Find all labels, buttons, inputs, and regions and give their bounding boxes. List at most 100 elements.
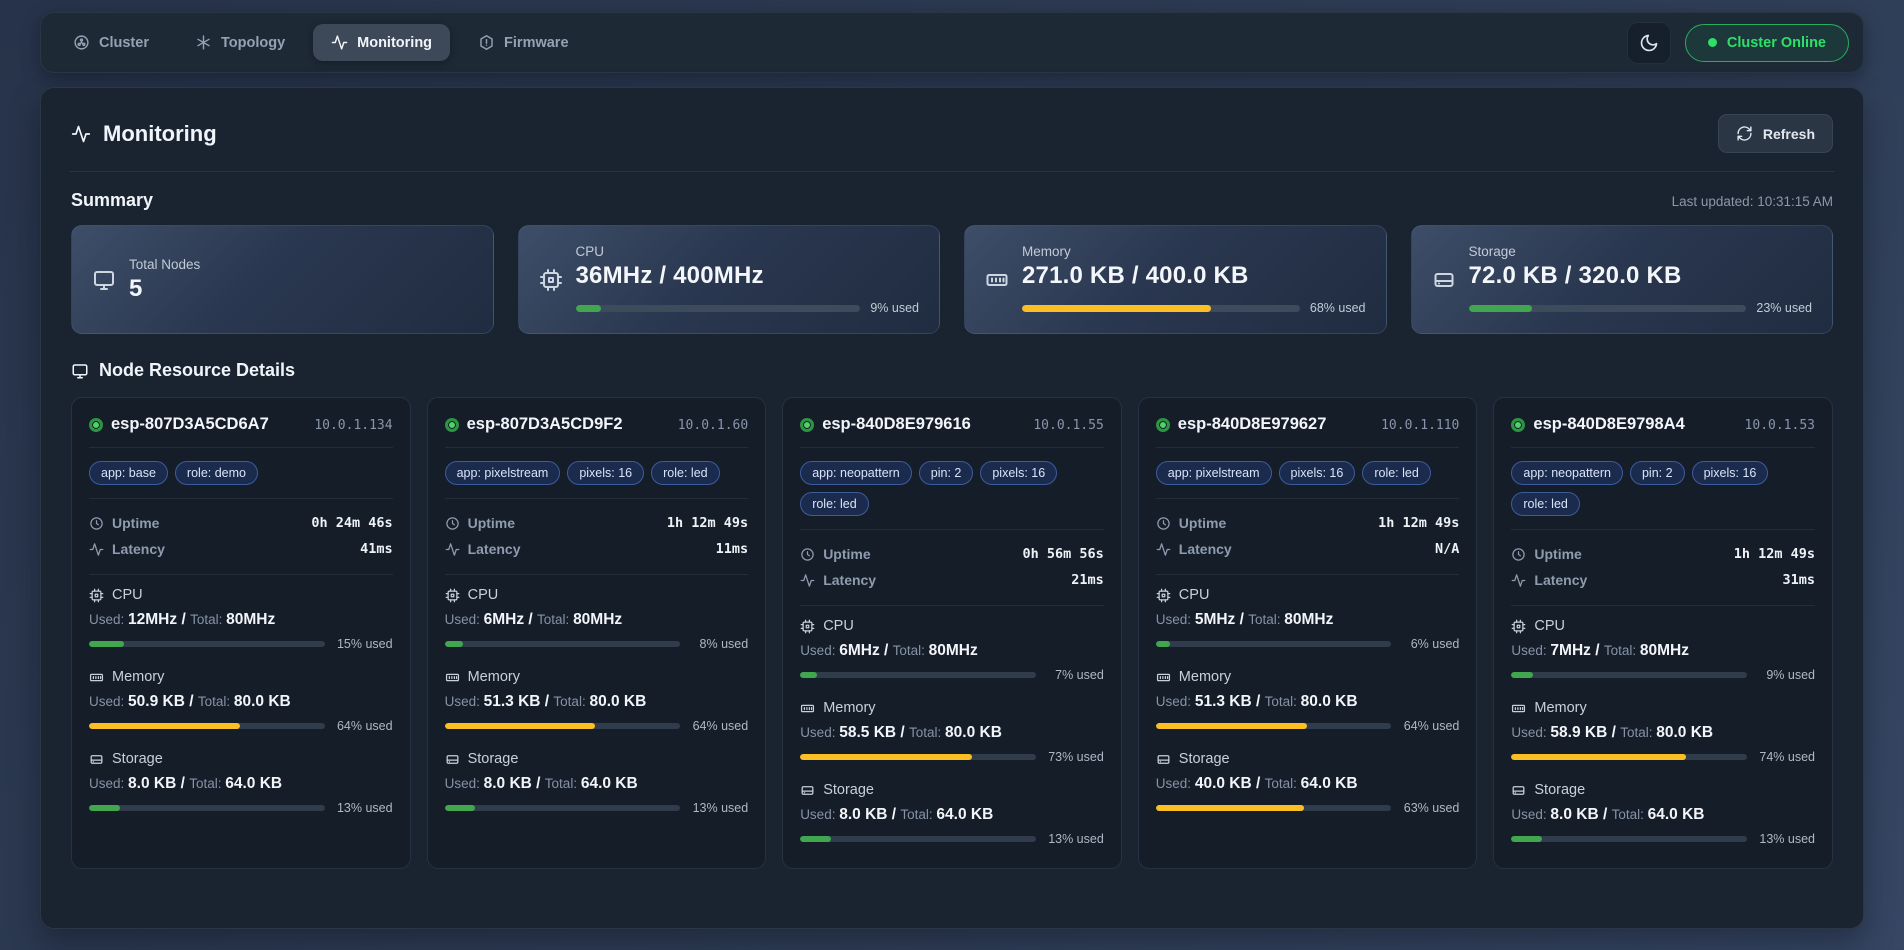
cpu-icon	[1156, 588, 1171, 603]
progress-track	[1469, 305, 1747, 312]
node-stats: Uptime0h 24m 46sLatency41ms	[89, 499, 393, 575]
summary-card-total-nodes: Total Nodes5	[71, 225, 494, 334]
node-memory-progress: 64% used	[89, 719, 393, 733]
node-tag-badge: app: neopattern	[1511, 461, 1623, 485]
progress-fill	[89, 805, 120, 811]
summary-cpu-progress: 9% used	[576, 301, 920, 315]
slash: /	[541, 693, 554, 710]
total-value: 80MHz	[929, 642, 978, 659]
latency-label: Latency	[1534, 572, 1587, 588]
tab-topology[interactable]: Topology	[177, 24, 303, 61]
tab-cluster[interactable]: Cluster	[55, 24, 167, 61]
progress-fill	[89, 723, 240, 729]
summary-title: Summary	[71, 190, 153, 211]
latency-label: Latency	[468, 541, 521, 557]
clock-icon	[800, 547, 815, 562]
slash: /	[176, 775, 189, 792]
node-cpu-progress: 9% used	[1511, 668, 1815, 682]
latency-value: 11ms	[716, 541, 749, 557]
progress-percent-label: 13% used	[335, 801, 393, 815]
node-ip: 10.0.1.55	[1033, 418, 1103, 433]
res-label: CPU	[823, 618, 854, 634]
res-used-total: Used: 51.3 KB / Total: 80.0 KB	[1156, 693, 1460, 711]
node-tag-badge: pin: 2	[919, 461, 974, 485]
clock-icon	[89, 516, 104, 531]
node-name: esp-840D8E9798A4	[1533, 415, 1684, 434]
node-latency-row: Latency21ms	[800, 567, 1104, 593]
used-label: Used:	[800, 643, 839, 658]
theme-toggle-button[interactable]	[1627, 22, 1671, 64]
slash: /	[185, 693, 198, 710]
node-tags: app: neopatternpin: 2pixels: 16role: led	[1511, 448, 1815, 530]
cpu-icon	[89, 588, 104, 603]
node-tag-badge: app: pixelstream	[1156, 461, 1272, 485]
progress-track	[89, 723, 325, 729]
res-label: Storage	[823, 782, 874, 798]
memory-icon	[445, 670, 460, 685]
total-label: Total:	[1612, 807, 1648, 822]
node-card-header: esp-840D8E97961610.0.1.55	[800, 415, 1104, 448]
summary-card-body: Total Nodes5	[129, 257, 473, 303]
node-card-header: esp-840D8E97962710.0.1.110	[1156, 415, 1460, 448]
summary-card-label: Memory	[1022, 244, 1366, 259]
monitor-icon	[92, 268, 116, 292]
node-tag-badge: app: pixelstream	[445, 461, 561, 485]
summary-card-body: Memory271.0 KB / 400.0 KB68% used	[1022, 244, 1366, 315]
res-label: Storage	[468, 751, 519, 767]
node-status-online-icon	[1156, 418, 1170, 432]
tab-label: Topology	[221, 35, 285, 51]
used-value: 8.0 KB	[1550, 806, 1598, 823]
latency-label: Latency	[823, 572, 876, 588]
node-storage-progress: 13% used	[89, 801, 393, 815]
total-value: 64.0 KB	[1301, 775, 1358, 792]
activity-icon	[89, 542, 104, 557]
refresh-icon	[1736, 125, 1753, 142]
used-value: 6MHz	[839, 642, 879, 659]
res-label: Memory	[112, 669, 164, 685]
res-head: CPU	[800, 618, 1104, 634]
node-status-online-icon	[445, 418, 459, 432]
nodes-title-text: Node Resource Details	[99, 360, 295, 381]
node-status-online-icon	[1511, 418, 1525, 432]
summary-card-label: Total Nodes	[129, 257, 473, 272]
res-used-total: Used: 50.9 KB / Total: 80.0 KB	[89, 693, 393, 711]
used-value: 40.0 KB	[1195, 775, 1252, 792]
used-value: 12MHz	[128, 611, 177, 628]
res-used-total: Used: 58.9 KB / Total: 80.0 KB	[1511, 724, 1815, 742]
res-head: Memory	[1511, 700, 1815, 716]
refresh-button[interactable]: Refresh	[1718, 114, 1833, 153]
res-label: CPU	[1534, 618, 1565, 634]
res-label: Memory	[1534, 700, 1586, 716]
progress-fill	[1511, 836, 1542, 842]
progress-percent-label: 6% used	[1401, 637, 1459, 651]
uptime-label: Uptime	[1179, 515, 1226, 531]
progress-track	[800, 836, 1036, 842]
progress-fill	[800, 836, 831, 842]
slash: /	[1607, 724, 1620, 741]
res-used-total: Used: 8.0 KB / Total: 64.0 KB	[1511, 806, 1815, 824]
progress-percent-label: 64% used	[690, 719, 748, 733]
total-label: Total:	[190, 612, 226, 627]
nodes-section-title: Node Resource Details	[71, 360, 1833, 381]
total-value: 80.0 KB	[234, 693, 291, 710]
progress-track	[445, 805, 681, 811]
node-latency-row: Latency 11ms	[445, 536, 749, 562]
used-label: Used:	[89, 776, 128, 791]
slash: /	[887, 806, 900, 823]
node-memory-progress: 64% used	[1156, 719, 1460, 733]
used-label: Used:	[89, 612, 128, 627]
latency-value: 31ms	[1782, 572, 1815, 588]
uptime-value: 0h 56m 56s	[1023, 546, 1104, 562]
res-label: Storage	[112, 751, 163, 767]
tab-firmware[interactable]: Firmware	[460, 24, 586, 61]
status-dot-icon	[1708, 38, 1717, 47]
progress-fill	[89, 641, 124, 647]
node-storage-section: StorageUsed: 40.0 KB / Total: 64.0 KB63%…	[1156, 739, 1460, 815]
res-head: Memory	[800, 700, 1104, 716]
progress-fill	[445, 723, 596, 729]
tab-monitoring[interactable]: Monitoring	[313, 24, 450, 61]
total-value: 80MHz	[573, 611, 622, 628]
total-label: Total:	[1248, 612, 1284, 627]
slash: /	[1252, 693, 1265, 710]
clock-icon	[1511, 547, 1526, 562]
